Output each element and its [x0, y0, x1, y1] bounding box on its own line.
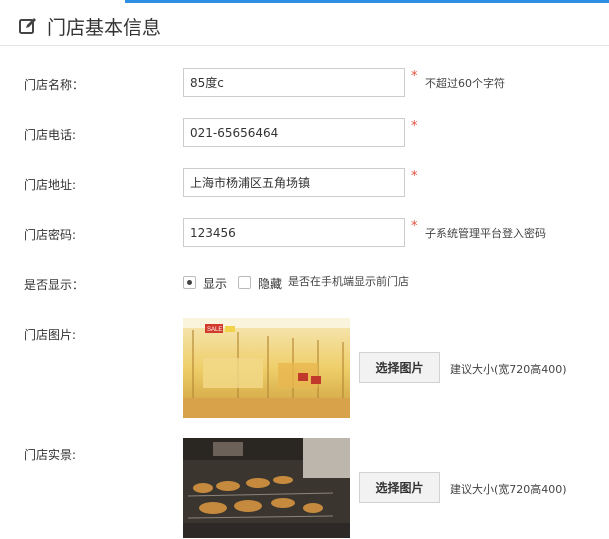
display-row: 是否显示： 显示 隐藏 是否在手机端显示前门店 — [0, 268, 609, 302]
store-password-row: 门店密码: * 子系统管理平台登入密码 — [0, 218, 609, 252]
sale-badge: SALE — [207, 327, 222, 333]
store-name-label: 门店名称： — [24, 78, 85, 92]
required-mark: * — [411, 219, 418, 234]
display-hide-label[interactable]: 隐藏 — [258, 275, 282, 292]
store-address-input[interactable] — [183, 168, 405, 197]
store-address-label: 门店地址: — [24, 178, 77, 192]
store-scene-thumbnail — [183, 438, 350, 538]
store-image-label: 门店图片: — [24, 328, 77, 342]
page-header: 门店基本信息 — [0, 5, 609, 46]
display-label: 是否显示： — [24, 278, 85, 292]
store-name-input[interactable] — [183, 68, 405, 97]
edit-icon — [19, 18, 36, 34]
required-mark: * — [411, 169, 418, 184]
store-phone-row: 门店电话: * — [0, 118, 609, 152]
display-show-radio[interactable] — [183, 276, 196, 289]
store-scene-select-button[interactable]: 选择图片 — [359, 472, 440, 503]
page-title: 门店基本信息 — [47, 17, 162, 39]
store-name-row: 门店名称： * 不超过60个字符 — [0, 68, 609, 102]
store-phone-label: 门店电话: — [24, 128, 77, 142]
store-password-label: 门店密码: — [24, 228, 77, 242]
store-address-row: 门店地址: * — [0, 168, 609, 202]
store-phone-input[interactable] — [183, 118, 405, 147]
store-name-hint: 不超过60个字符 — [425, 77, 505, 90]
display-show-label[interactable]: 显示 — [203, 275, 227, 292]
store-image-size-hint: 建议大小(宽720高400) — [450, 363, 567, 376]
store-password-input[interactable] — [183, 218, 405, 247]
store-image-select-button[interactable]: 选择图片 — [359, 352, 440, 383]
required-mark: * — [411, 119, 418, 134]
store-scene-size-hint: 建议大小(宽720高400) — [450, 483, 567, 496]
store-password-hint: 子系统管理平台登入密码 — [425, 227, 546, 240]
required-mark: * — [411, 69, 418, 84]
display-hide-radio[interactable] — [238, 276, 251, 289]
store-scene-label: 门店实景: — [24, 448, 77, 462]
display-hint: 是否在手机端显示前门店 — [288, 275, 409, 288]
store-image-thumbnail: SALE — [183, 318, 350, 418]
